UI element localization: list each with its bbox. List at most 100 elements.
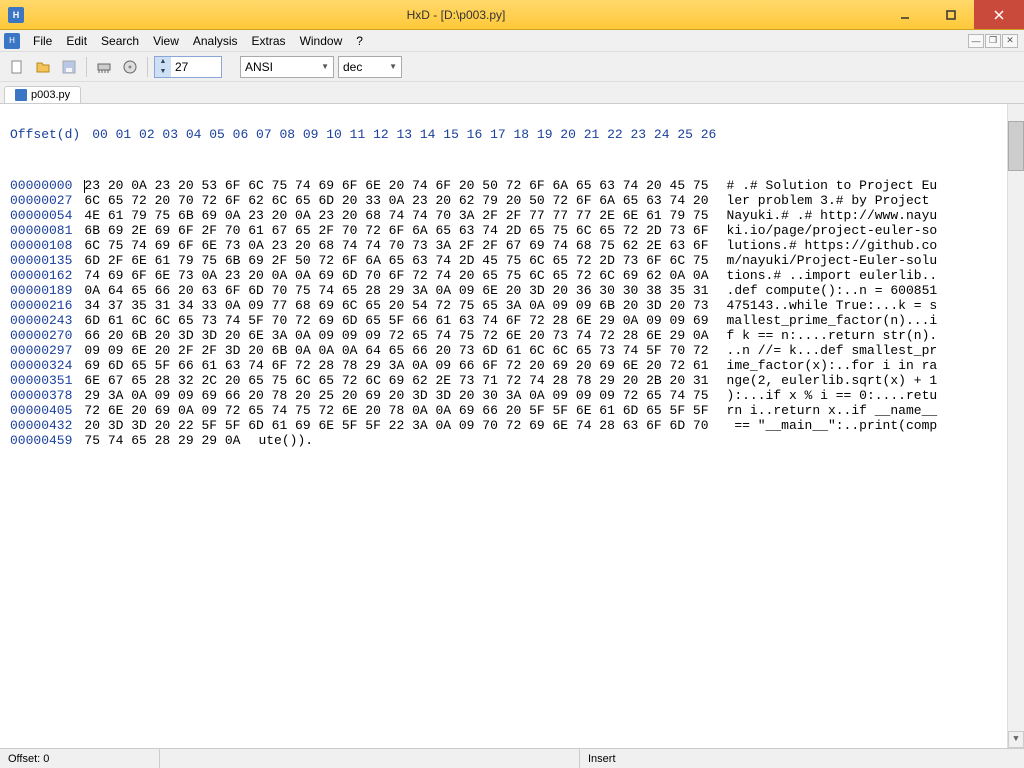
hex-cell[interactable]: 23 20 0A 23 20 53 6F 6C 75 74 69 6F 6E 2… — [84, 178, 708, 193]
hex-row[interactable]: 000003516E 67 65 28 32 2C 20 65 75 6C 65… — [10, 373, 1014, 388]
ascii-cell[interactable]: # .# Solution to Project Eu — [727, 178, 938, 193]
hex-view[interactable]: Offset(d)00 01 02 03 04 05 06 07 08 09 1… — [0, 104, 1024, 748]
menubar: H FileEditSearchViewAnalysisExtrasWindow… — [0, 30, 1024, 52]
hex-row[interactable]: 000000276C 65 72 20 70 72 6F 62 6C 65 6D… — [10, 193, 1014, 208]
hex-row[interactable]: 0000043220 3D 3D 20 22 5F 5F 6D 61 69 6E… — [10, 418, 1014, 433]
encoding-value: ANSI — [245, 60, 273, 74]
offset-cell: 00000135 — [10, 253, 72, 268]
hex-row[interactable]: 0000045975 74 65 28 29 29 0Aute()). — [10, 433, 1014, 448]
menu-edit[interactable]: Edit — [59, 32, 94, 50]
hex-row[interactable]: 00000108 6C 75 74 69 6F 6E 73 0A 23 20 68… — [10, 238, 1014, 253]
maximize-button[interactable] — [928, 0, 974, 29]
ascii-cell[interactable]: ..n //= k...def smallest_pr — [727, 343, 938, 358]
minimize-button[interactable] — [882, 0, 928, 29]
menu-extras[interactable]: Extras — [245, 32, 293, 50]
save-button[interactable] — [58, 56, 80, 78]
ascii-cell[interactable]: == "__main__":..print(comp — [727, 418, 938, 433]
hex-cell[interactable]: 6C 75 74 69 6F 6E 73 0A 23 20 68 74 74 7… — [84, 238, 708, 253]
ascii-cell[interactable]: ler problem 3.# by Project — [727, 193, 938, 208]
hex-row[interactable]: 000000816B 69 2E 69 6F 2F 70 61 67 65 2F… — [10, 223, 1014, 238]
hex-cell[interactable]: 69 6D 65 5F 66 61 63 74 6F 72 28 78 29 3… — [84, 358, 708, 373]
hex-row[interactable]: 000002436D 61 6C 6C 65 73 74 5F 70 72 69… — [10, 313, 1014, 328]
separator — [86, 57, 87, 77]
hex-cell[interactable]: 75 74 65 28 29 29 0A — [84, 433, 240, 448]
encoding-select[interactable]: ANSI ▼ — [240, 56, 334, 78]
hex-cell[interactable]: 66 20 6B 20 3D 3D 20 6E 3A 0A 09 09 09 7… — [84, 328, 708, 343]
scroll-down-button[interactable]: ▼ — [1008, 731, 1024, 748]
mdi-minimize-button[interactable]: — — [968, 34, 984, 48]
hex-row[interactable]: 000000544E 61 79 75 6B 69 0A 23 20 0A 23… — [10, 208, 1014, 223]
vertical-scrollbar[interactable]: ▲ ▼ — [1007, 104, 1024, 748]
ascii-cell[interactable]: 475143..while True:...k = s — [727, 298, 938, 313]
menu-analysis[interactable]: Analysis — [186, 32, 245, 50]
offset-cell: 00000108 — [10, 238, 72, 253]
hex-cell[interactable]: 34 37 35 31 34 33 0A 09 77 68 69 6C 65 2… — [84, 298, 708, 313]
hex-row[interactable]: 00000378 29 3A 0A 09 09 69 66 20 78 20 25… — [10, 388, 1014, 403]
bytes-per-row-value[interactable] — [171, 60, 221, 74]
open-file-button[interactable] — [32, 56, 54, 78]
offset-cell: 00000378 — [10, 388, 72, 403]
new-file-button[interactable] — [6, 56, 28, 78]
hex-row[interactable]: 00000135 6D 2F 6E 61 79 75 6B 69 2F 50 72… — [10, 253, 1014, 268]
hex-cell[interactable]: 6C 65 72 20 70 72 6F 62 6C 65 6D 20 33 0… — [84, 193, 708, 208]
menu-help[interactable]: ? — [349, 32, 370, 50]
hex-cell[interactable]: 20 3D 3D 20 22 5F 5F 6D 61 69 6E 5F 5F 2… — [84, 418, 708, 433]
close-button[interactable] — [974, 0, 1024, 29]
ascii-cell[interactable]: ime_factor(x):..for i in ra — [727, 358, 938, 373]
hex-cell[interactable]: 6D 61 6C 6C 65 73 74 5F 70 72 69 6D 65 5… — [84, 313, 708, 328]
hex-cell[interactable]: 09 09 6E 20 2F 2F 3D 20 6B 0A 0A 0A 64 6… — [84, 343, 708, 358]
mdi-restore-button[interactable]: ❐ — [985, 34, 1001, 48]
menu-window[interactable]: Window — [293, 32, 350, 50]
hex-row[interactable]: 00000324 69 6D 65 5F 66 61 63 74 6F 72 28… — [10, 358, 1014, 373]
radix-select[interactable]: dec ▼ — [338, 56, 402, 78]
chevron-down-icon: ▼ — [321, 62, 329, 71]
ascii-cell[interactable]: .def compute():..n = 600851 — [727, 283, 938, 298]
chevron-up-icon[interactable]: ▲ — [155, 57, 171, 67]
status-mode: Insert — [580, 749, 1024, 768]
hex-cell[interactable]: 0A 64 65 66 20 63 6F 6D 70 75 74 65 28 2… — [84, 283, 708, 298]
tab-file[interactable]: p003.py — [4, 86, 81, 103]
offset-cell: 00000162 — [10, 268, 72, 283]
bytes-per-row-input[interactable]: ▲▼ — [154, 56, 222, 78]
hex-row[interactable]: 00000162 74 69 6F 6E 73 0A 23 20 0A 0A 69… — [10, 268, 1014, 283]
chevron-down-icon[interactable]: ▼ — [155, 67, 171, 77]
mdi-close-button[interactable]: ✕ — [1002, 34, 1018, 48]
tab-label: p003.py — [31, 89, 70, 101]
menu-search[interactable]: Search — [94, 32, 146, 50]
hex-cell[interactable]: 74 69 6F 6E 73 0A 23 20 0A 0A 69 6D 70 6… — [84, 268, 708, 283]
ascii-cell[interactable]: lutions.# https://github.co — [727, 238, 938, 253]
menu-view[interactable]: View — [146, 32, 186, 50]
hex-row[interactable]: 0000027066 20 6B 20 3D 3D 20 6E 3A 0A 09… — [10, 328, 1014, 343]
hex-row[interactable]: 0000029709 09 6E 20 2F 2F 3D 20 6B 0A 0A… — [10, 343, 1014, 358]
ascii-cell[interactable]: f k == n:....return str(n). — [727, 328, 938, 343]
menu-file[interactable]: File — [26, 32, 59, 50]
ascii-cell[interactable]: ki.io/page/project-euler-so — [727, 223, 938, 238]
hex-cell[interactable]: 6E 67 65 28 32 2C 20 65 75 6C 65 72 6C 6… — [84, 373, 708, 388]
offset-cell: 00000324 — [10, 358, 72, 373]
hex-row[interactable]: 0000000023 20 0A 23 20 53 6F 6C 75 74 69… — [10, 178, 1014, 193]
ascii-cell[interactable]: ):...if x % i == 0:....retu — [727, 388, 938, 403]
tab-bar: p003.py — [0, 82, 1024, 104]
hex-cell[interactable]: 29 3A 0A 09 09 69 66 20 78 20 25 20 69 2… — [84, 388, 708, 403]
ascii-cell[interactable]: rn i..return x..if __name__ — [727, 403, 938, 418]
hex-cell[interactable]: 6D 2F 6E 61 79 75 6B 69 2F 50 72 6F 6A 6… — [84, 253, 708, 268]
offset-cell: 00000189 — [10, 283, 72, 298]
ascii-cell[interactable]: m/nayuki/Project-Euler-solu — [727, 253, 938, 268]
ascii-cell[interactable]: mallest_prime_factor(n)...i — [727, 313, 938, 328]
scrollbar-thumb[interactable] — [1008, 121, 1024, 171]
disk-button[interactable] — [119, 56, 141, 78]
ascii-cell[interactable]: nge(2, eulerlib.sqrt(x) + 1 — [727, 373, 938, 388]
hex-row[interactable]: 0000021634 37 35 31 34 33 0A 09 77 68 69… — [10, 298, 1014, 313]
status-empty — [160, 749, 580, 768]
hex-cell[interactable]: 72 6E 20 69 0A 09 72 65 74 75 72 6E 20 7… — [84, 403, 708, 418]
column-header: 00 01 02 03 04 05 06 07 08 09 10 11 12 1… — [92, 127, 716, 142]
ascii-cell[interactable]: tions.# ..import eulerlib.. — [727, 268, 938, 283]
hex-row[interactable]: 00000189 0A 64 65 66 20 63 6F 6D 70 75 74… — [10, 283, 1014, 298]
hex-cell[interactable]: 4E 61 79 75 6B 69 0A 23 20 0A 23 20 68 7… — [84, 208, 708, 223]
hex-row[interactable]: 00000405 72 6E 20 69 0A 09 72 65 74 75 72… — [10, 403, 1014, 418]
ascii-cell[interactable]: ute()). — [258, 433, 313, 448]
offset-cell: 00000405 — [10, 403, 72, 418]
hex-cell[interactable]: 6B 69 2E 69 6F 2F 70 61 67 65 2F 70 72 6… — [84, 223, 708, 238]
ram-button[interactable] — [93, 56, 115, 78]
ascii-cell[interactable]: Nayuki.# .# http://www.nayu — [727, 208, 938, 223]
